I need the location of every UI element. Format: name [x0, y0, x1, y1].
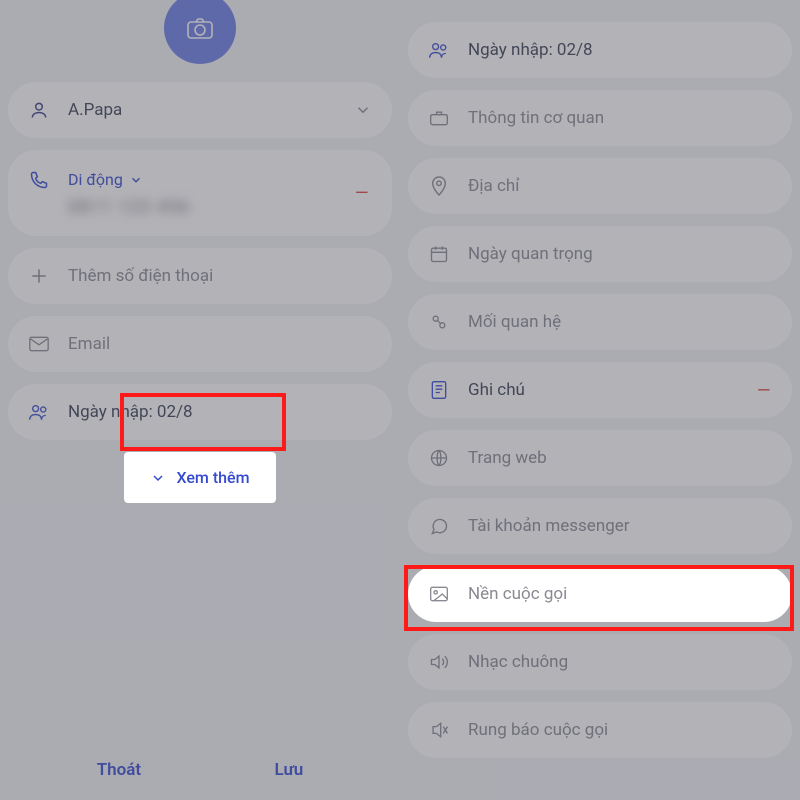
person-icon: [28, 99, 50, 121]
relationship-field[interactable]: Mối quan hệ: [408, 294, 792, 350]
edit-photo-button[interactable]: [164, 0, 236, 64]
note-label: Ghi chú: [468, 380, 756, 400]
call-background-label: Nền cuộc gọi: [468, 584, 772, 604]
messenger-field[interactable]: Tài khoản messenger: [408, 498, 792, 554]
phone-number-masked: 0811 123 456: [68, 197, 190, 218]
image-icon: [428, 583, 450, 605]
phone-icon: [28, 169, 50, 191]
website-field[interactable]: Trang web: [408, 430, 792, 486]
website-label: Trang web: [468, 448, 772, 468]
messenger-label: Tài khoản messenger: [468, 516, 772, 536]
chevron-down-icon: [354, 101, 372, 119]
save-button[interactable]: Lưu: [254, 750, 323, 790]
group-joined-label: Ngày nhập: 02/8: [68, 402, 372, 422]
sound-icon: [428, 651, 450, 673]
chevron-down-icon: [150, 470, 166, 486]
remove-note-button[interactable]: −: [756, 374, 772, 407]
cancel-button[interactable]: Thoát: [77, 750, 161, 790]
address-label: Địa chỉ: [468, 176, 772, 196]
group-joined-field-left[interactable]: Ngày nhập: 02/8: [8, 384, 392, 440]
see-more-button[interactable]: Xem thêm: [124, 452, 275, 503]
plus-icon: [28, 265, 50, 287]
chat-icon: [428, 515, 450, 537]
important-date-field[interactable]: Ngày quan trọng: [408, 226, 792, 282]
calendar-icon: [428, 243, 450, 265]
add-phone-label: Thêm số điện thoại: [68, 266, 372, 286]
important-date-label: Ngày quan trọng: [468, 244, 772, 264]
note-icon: [428, 379, 450, 401]
name-field[interactable]: A.Papa: [8, 82, 392, 138]
name-value: A.Papa: [68, 100, 346, 120]
globe-icon: [428, 447, 450, 469]
note-field[interactable]: Ghi chú −: [408, 362, 792, 418]
call-vibration-field[interactable]: Rung báo cuộc gọi: [408, 702, 792, 758]
see-more-label: Xem thêm: [176, 468, 249, 487]
email-label: Email: [68, 334, 372, 354]
relationship-icon: [428, 311, 450, 333]
location-icon: [428, 175, 450, 197]
edit-contact-panel-left: A.Papa Di động 0811 123 456 − Thêm số đi…: [0, 0, 400, 800]
org-info-label: Thông tin cơ quan: [468, 108, 772, 128]
camera-icon: [187, 17, 213, 39]
email-field[interactable]: Email: [8, 316, 392, 372]
ringtone-field[interactable]: Nhạc chuông: [408, 634, 792, 690]
relationship-label: Mối quan hệ: [468, 312, 772, 332]
people-icon: [28, 401, 50, 423]
briefcase-icon: [428, 107, 450, 129]
phone-type-label: Di động: [68, 170, 123, 189]
ringtone-label: Nhạc chuông: [468, 652, 772, 672]
edit-contact-panel-right: Ngày nhập: 02/8 Thông tin cơ quan Địa ch…: [400, 0, 800, 800]
group-joined-field-right[interactable]: Ngày nhập: 02/8: [408, 22, 792, 78]
remove-phone-button[interactable]: −: [354, 177, 370, 210]
people-icon: [428, 39, 450, 61]
mail-icon: [28, 333, 50, 355]
avatar-container: [8, 0, 392, 64]
bottom-actions: Thoát Lưu: [0, 750, 400, 790]
add-phone-button[interactable]: Thêm số điện thoại: [8, 248, 392, 304]
call-background-field[interactable]: Nền cuộc gọi: [408, 566, 792, 622]
vibration-muted-icon: [428, 719, 450, 741]
call-vibration-label: Rung báo cuộc gọi: [468, 720, 772, 740]
chevron-down-icon: [129, 173, 143, 187]
group-joined-label: Ngày nhập: 02/8: [468, 40, 772, 60]
phone-field[interactable]: Di động 0811 123 456 −: [8, 150, 392, 236]
org-info-field[interactable]: Thông tin cơ quan: [408, 90, 792, 146]
address-field[interactable]: Địa chỉ: [408, 158, 792, 214]
